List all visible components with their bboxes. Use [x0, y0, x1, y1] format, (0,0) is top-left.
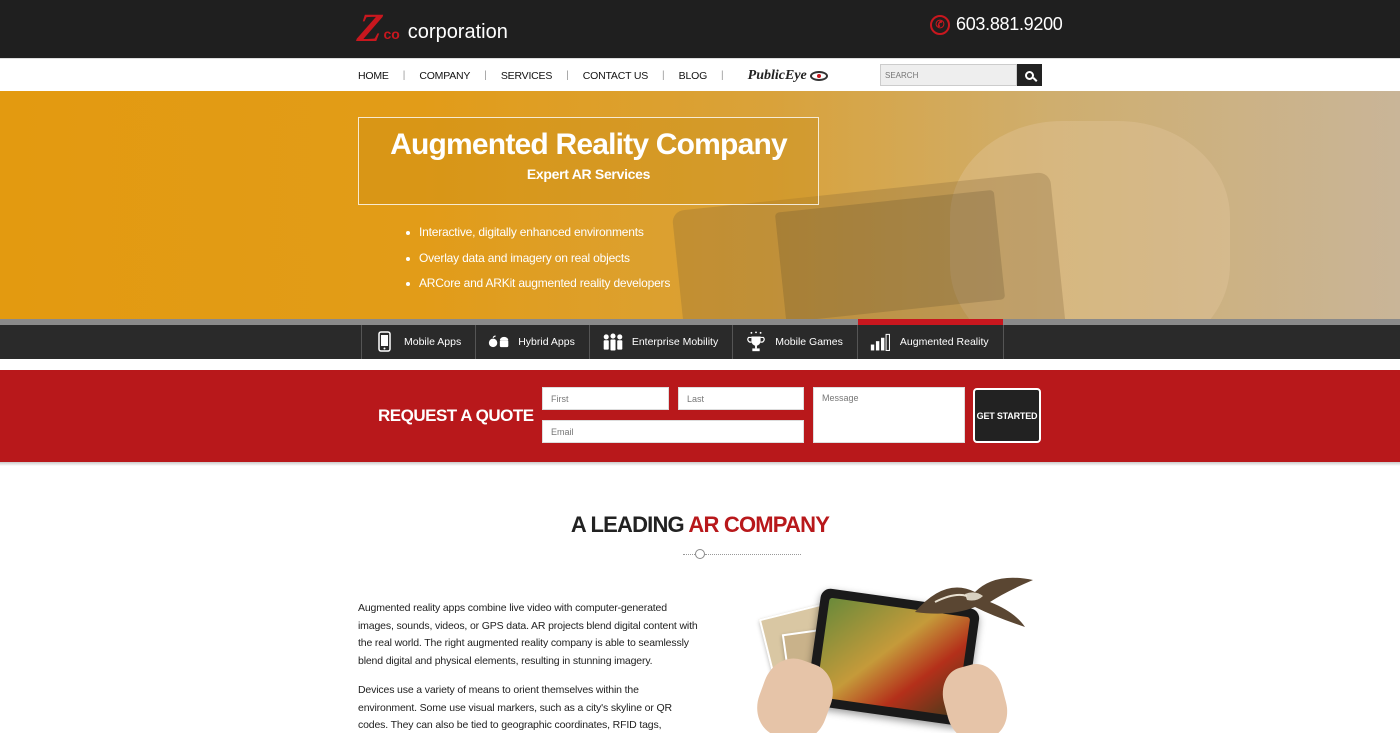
bullet-icon	[406, 231, 410, 235]
hero-bullet-text: ARCore and ARKit augmented reality devel…	[419, 276, 671, 290]
tab-label: Augmented Reality	[899, 336, 989, 348]
top-header-bar: Z co corporation ✆ 603.881.9200	[0, 0, 1400, 58]
services-tab-bar: Mobile Apps Hybrid Apps Enterprise Mobil…	[0, 319, 1400, 359]
eye-icon	[809, 70, 828, 81]
hero-title-box: Augmented Reality Company Expert AR Serv…	[358, 117, 819, 205]
last-name-field[interactable]: Last	[678, 387, 804, 410]
ar-tablet-illustration	[748, 570, 1045, 733]
get-started-button[interactable]: GET STARTED	[973, 388, 1041, 443]
phone-icon: ✆	[930, 14, 950, 35]
nav-separator: |	[566, 70, 569, 81]
list-item: Overlay data and imagery on real objects	[406, 251, 670, 277]
tab-label: Hybrid Apps	[518, 336, 575, 348]
zco-logo[interactable]: Z co corporation	[354, 5, 508, 50]
trophy-icon	[745, 331, 767, 353]
main-nav: HOME | COMPANY | SERVICES | CONTACT US |…	[358, 59, 828, 92]
tab-label: Mobile Games	[775, 336, 843, 348]
search-box	[880, 64, 1042, 86]
content-paragraph-1: Augmented reality apps combine live vide…	[358, 602, 698, 667]
tab-augmented-reality[interactable]: Augmented Reality	[856, 319, 1004, 359]
logo-z-mark: Z	[354, 5, 386, 50]
mobile-phone-icon	[374, 331, 396, 353]
hero-background-screen	[774, 189, 1006, 319]
main-navigation-bar: HOME | COMPANY | SERVICES | CONTACT US |…	[0, 58, 1400, 91]
heading-accent-text: AR COMPANY	[688, 512, 830, 537]
nav-company[interactable]: COMPANY	[419, 70, 470, 82]
bullet-icon	[406, 256, 410, 261]
quote-bottom-shadow	[0, 462, 1400, 466]
hero-bullet-text: Overlay data and imagery on real objects	[419, 250, 630, 265]
divider-line	[705, 554, 801, 555]
nav-separator: |	[721, 70, 724, 81]
bar-chart-icon	[870, 331, 892, 353]
list-item: Interactive, digitally enhanced environm…	[406, 225, 670, 251]
publiceye-wordmark: PublicEye	[747, 67, 807, 83]
bullet-icon	[406, 282, 410, 286]
phone-number: 603.881.9200	[956, 14, 1063, 34]
tab-label: Enterprise Mobility	[631, 336, 719, 348]
hero-subtitle: Expert AR Services	[526, 166, 651, 182]
request-quote-band: REQUEST A QUOTE First Last Email Message…	[0, 370, 1400, 462]
first-name-field[interactable]: First	[542, 387, 669, 410]
services-tab-row: Mobile Apps Hybrid Apps Enterprise Mobil…	[361, 319, 1004, 359]
nav-separator: |	[662, 70, 665, 81]
logo-wordmark: corporation	[407, 21, 508, 43]
search-icon	[1025, 70, 1034, 80]
quote-title: REQUEST A QUOTE	[378, 406, 534, 425]
flying-bird-image	[915, 577, 1033, 627]
divider-line	[683, 554, 695, 555]
nav-home[interactable]: HOME	[358, 70, 389, 82]
hero-title: Augmented Reality Company	[390, 128, 788, 161]
tab-mobile-games[interactable]: Mobile Games	[732, 325, 857, 359]
nav-contact-us[interactable]: CONTACT US	[583, 70, 648, 82]
heading-divider	[683, 548, 801, 560]
list-item: ARCore and ARKit augmented reality devel…	[406, 276, 670, 302]
phone-contact[interactable]: ✆ 603.881.9200	[930, 14, 1063, 35]
publiceye-logo-link[interactable]: PublicEye	[748, 68, 828, 84]
people-group-icon	[602, 331, 624, 353]
divider-circle-icon	[695, 549, 705, 559]
quote-top-gap	[0, 359, 1400, 370]
tab-hybrid-apps[interactable]: Hybrid Apps	[475, 325, 589, 359]
nav-services[interactable]: SERVICES	[501, 70, 553, 82]
tab-mobile-apps[interactable]: Mobile Apps	[361, 325, 475, 359]
message-field[interactable]: Message	[813, 387, 965, 443]
search-input[interactable]	[880, 64, 1017, 86]
email-field[interactable]: Email	[542, 420, 804, 443]
logo-co-mark: co	[383, 26, 400, 42]
hero-bullet-text: Interactive, digitally enhanced environm…	[419, 225, 644, 239]
tab-label: Mobile Apps	[404, 336, 462, 348]
nav-separator: |	[402, 70, 406, 81]
nav-blog[interactable]: BLOG	[679, 70, 708, 82]
heading-text: A LEADING	[570, 512, 689, 537]
tab-enterprise-mobility[interactable]: Enterprise Mobility	[588, 325, 732, 359]
search-button[interactable]	[1017, 64, 1042, 86]
content-paragraph-2: Devices use a variety of means to orient…	[358, 684, 672, 731]
nav-separator: |	[484, 70, 487, 81]
hero-banner: Augmented Reality Company Expert AR Serv…	[0, 91, 1400, 319]
section-heading: A LEADING AR COMPANY	[0, 512, 1400, 538]
apple-android-icon	[488, 331, 510, 353]
hero-bullet-list: Interactive, digitally enhanced environm…	[406, 225, 670, 302]
